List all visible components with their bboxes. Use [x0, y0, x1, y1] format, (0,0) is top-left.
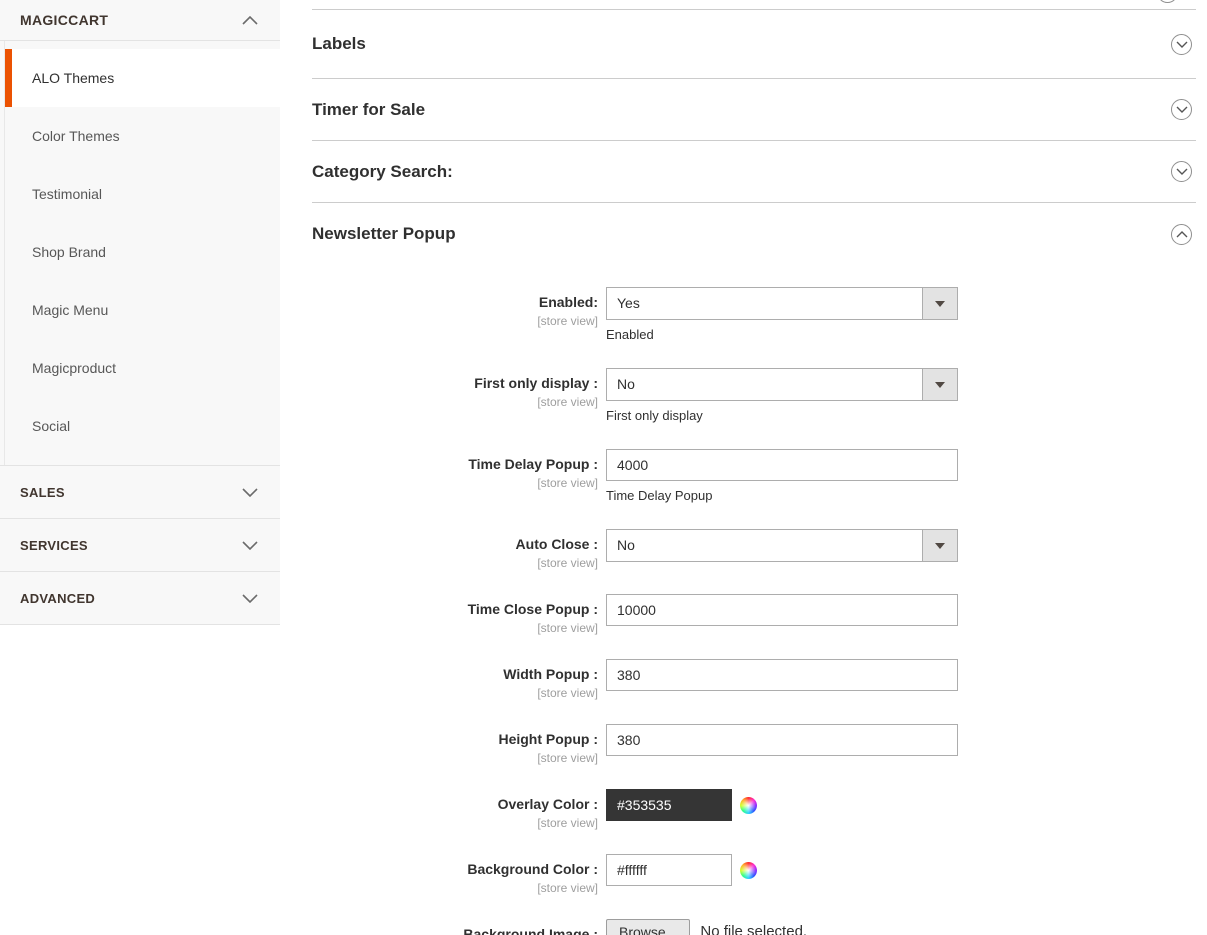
form-row-first-only-display: First only display : [store view] No Fir…	[312, 368, 1196, 423]
sidebar-section-title: MAGICCART	[20, 12, 108, 28]
background-image-browse-button[interactable]: Browse...	[606, 919, 690, 935]
field-note: Time Delay Popup	[606, 488, 958, 503]
section-header-newsletter-popup[interactable]: Newsletter Popup	[312, 203, 1196, 265]
section-title: Labels	[312, 34, 366, 54]
scope-label: [store view]	[312, 621, 598, 635]
form-row-time-close-popup: Time Close Popup : [store view]	[312, 594, 1196, 635]
section-title: Newsletter Popup	[312, 224, 456, 244]
sidebar-item-label: Social	[32, 418, 70, 434]
sidebar-section-label: SALES	[20, 485, 65, 500]
height-popup-input[interactable]	[606, 724, 958, 756]
section-above-cutoff	[312, 0, 1196, 10]
sidebar-section-advanced[interactable]: ADVANCED	[0, 571, 280, 624]
section-title: Timer for Sale	[312, 100, 425, 120]
form-row-background-color: Background Color : [store view]	[312, 854, 1196, 895]
chevron-up-icon	[242, 16, 258, 25]
field-label: Auto Close :	[516, 536, 598, 552]
sidebar-item-label: Magic Menu	[32, 302, 108, 318]
scope-label: [store view]	[312, 476, 598, 490]
section-header-category-search[interactable]: Category Search:	[312, 141, 1196, 203]
scope-label: [store view]	[312, 686, 598, 700]
newsletter-popup-form: Enabled: [store view] Yes Enabled First …	[312, 265, 1196, 935]
circled-chevron-icon[interactable]	[1157, 0, 1178, 3]
section-title: Category Search:	[312, 162, 453, 182]
sidebar-section-magiccart[interactable]: MAGICCART	[0, 0, 280, 40]
sidebar-item-label: Color Themes	[32, 128, 120, 144]
sidebar-item-label: Magicproduct	[32, 360, 116, 376]
circled-chevron-up-icon[interactable]	[1171, 224, 1192, 245]
config-settings-page: MAGICCART ALO Themes Color Themes Testim…	[0, 0, 1207, 935]
field-label: Height Popup :	[498, 731, 598, 747]
scope-label: [store view]	[312, 881, 598, 895]
sidebar-item-color-themes[interactable]: Color Themes	[5, 107, 280, 165]
select-value: No	[607, 530, 922, 561]
config-nav-sidebar: MAGICCART ALO Themes Color Themes Testim…	[0, 0, 280, 625]
field-note: Enabled	[606, 327, 958, 342]
scope-label: [store view]	[312, 395, 598, 409]
width-popup-input[interactable]	[606, 659, 958, 691]
scope-label: [store view]	[312, 314, 598, 328]
circled-chevron-down-icon[interactable]	[1171, 34, 1192, 55]
form-row-enabled: Enabled: [store view] Yes Enabled	[312, 287, 1196, 342]
scope-label: [store view]	[312, 556, 598, 570]
sidebar-item-label: Shop Brand	[32, 244, 106, 260]
sidebar-item-shop-brand[interactable]: Shop Brand	[5, 223, 280, 281]
field-label: First only display :	[474, 375, 598, 391]
sidebar-section-services[interactable]: SERVICES	[0, 518, 280, 571]
caret-down-icon	[922, 288, 957, 319]
section-header-labels[interactable]: Labels	[312, 10, 1196, 79]
sidebar-item-alo-themes[interactable]: ALO Themes	[5, 49, 280, 107]
section-header-timer-for-sale[interactable]: Timer for Sale	[312, 79, 1196, 141]
sidebar-section-label: SERVICES	[20, 538, 88, 553]
time-close-popup-input[interactable]	[606, 594, 958, 626]
time-delay-popup-input[interactable]	[606, 449, 958, 481]
chevron-down-icon	[242, 541, 258, 550]
sidebar-section-label: ADVANCED	[20, 591, 95, 606]
field-label: Time Delay Popup :	[468, 456, 598, 472]
sidebar-divider	[0, 624, 280, 625]
field-label: Background Color :	[467, 861, 598, 877]
enabled-select[interactable]: Yes	[606, 287, 958, 320]
sidebar-section-sales[interactable]: SALES	[0, 465, 280, 518]
color-wheel-icon[interactable]	[740, 862, 757, 879]
form-row-height-popup: Height Popup : [store view]	[312, 724, 1196, 765]
scope-label: [store view]	[312, 816, 598, 830]
chevron-down-icon	[242, 594, 258, 603]
field-label: Enabled:	[539, 294, 598, 310]
sidebar-item-label: Testimonial	[32, 186, 102, 202]
caret-down-icon	[922, 369, 957, 400]
form-row-background-image: Background Image : [store view] Browse..…	[312, 919, 1196, 935]
circled-chevron-down-icon[interactable]	[1171, 161, 1192, 182]
select-value: No	[607, 369, 922, 400]
caret-down-icon	[922, 530, 957, 561]
sidebar-item-magicproduct[interactable]: Magicproduct	[5, 339, 280, 397]
overlay-color-input[interactable]	[606, 789, 732, 821]
form-row-width-popup: Width Popup : [store view]	[312, 659, 1196, 700]
field-label: Width Popup :	[503, 666, 598, 682]
first-only-display-select[interactable]: No	[606, 368, 958, 401]
form-row-overlay-color: Overlay Color : [store view]	[312, 789, 1196, 830]
select-value: Yes	[607, 288, 922, 319]
sidebar-item-magic-menu[interactable]: Magic Menu	[5, 281, 280, 339]
field-label: Time Close Popup :	[468, 601, 598, 617]
field-note: First only display	[606, 408, 958, 423]
form-row-auto-close: Auto Close : [store view] No	[312, 529, 1196, 570]
chevron-down-icon	[242, 488, 258, 497]
file-status-text: No file selected.	[700, 923, 807, 935]
sidebar-item-list: ALO Themes Color Themes Testimonial Shop…	[4, 41, 280, 465]
field-label: Overlay Color :	[498, 796, 598, 812]
color-wheel-icon[interactable]	[740, 797, 757, 814]
sidebar-item-testimonial[interactable]: Testimonial	[5, 165, 280, 223]
auto-close-select[interactable]: No	[606, 529, 958, 562]
sidebar-item-label: ALO Themes	[32, 70, 114, 86]
scope-label: [store view]	[312, 751, 598, 765]
background-color-input[interactable]	[606, 854, 732, 886]
sidebar-item-social[interactable]: Social	[5, 397, 280, 455]
field-label: Background Image :	[463, 926, 598, 935]
form-row-time-delay-popup: Time Delay Popup : [store view] Time Del…	[312, 449, 1196, 503]
circled-chevron-down-icon[interactable]	[1171, 99, 1192, 120]
config-content: Labels Timer for Sale Category Search: N…	[312, 0, 1196, 935]
